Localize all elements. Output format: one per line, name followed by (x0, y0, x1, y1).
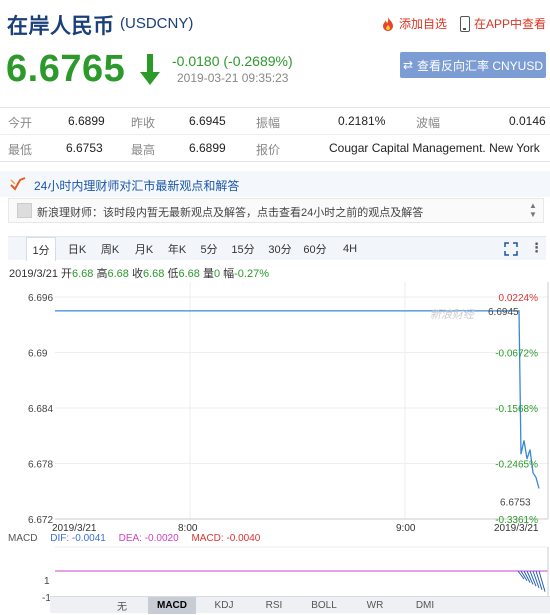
stat-label: 振幅 (256, 116, 281, 130)
price-chart[interactable]: 新浪财经 6.696 6.69 6.684 6.678 6.672 6.6945 6.675… (0, 282, 550, 615)
y-tick-label: 6.678 (28, 460, 53, 471)
high-value: 6.68 (107, 268, 129, 280)
indicator-tabs: 无 MACD KDJ RSI BOLL WR DMI (50, 596, 550, 614)
open-value: 6.68 (72, 268, 94, 280)
indicator-tab-boll[interactable]: BOLL (300, 597, 348, 614)
advisor-bar[interactable]: 24小时内理财师对汇市最新观点和解答 (0, 171, 550, 197)
tab-15min[interactable]: 15分 (228, 237, 258, 261)
x-tick-label: 9:00 (396, 523, 416, 534)
view-in-app-label: 在APP中查看 (474, 17, 547, 31)
y-tick-label: 6.684 (28, 404, 53, 415)
low-value: 6.68 (178, 268, 200, 280)
add-favorite-button[interactable]: 添加自选 (380, 15, 447, 32)
view-in-app-button[interactable]: 在APP中查看 (460, 15, 546, 32)
last-price-label: 6.6945 (488, 307, 519, 318)
stat-value: 6.6945 (189, 114, 226, 128)
info-date: 2019/3/21 (9, 268, 58, 280)
tab-monthly[interactable]: 月K (130, 237, 158, 261)
pct-tick-label: -0.2465% (495, 460, 538, 471)
stats-row: 最低 6.6753 最高 6.6899 报价 Cougar Capital Ma… (0, 135, 550, 162)
y-tick-label: 6.696 (28, 293, 53, 304)
phone-icon (460, 15, 470, 32)
swap-icon: ⇄ (402, 58, 414, 72)
advisor-message-text: 新浪理财师：该时段内暂无最新观点及解答，点击查看24小时之前的观点及解答 (37, 207, 424, 219)
down-arrow-icon (140, 54, 160, 85)
tab-weekly[interactable]: 周K (96, 237, 124, 261)
ohlc-info: 2019/3/21 开6.68 高6.68 收6.68 低6.68 量0 幅-0… (9, 265, 269, 281)
price-change: -0.0180 (-0.2689%) (172, 53, 293, 69)
stat-label: 昨收 (131, 116, 156, 130)
advisor-title: 24小时内理财师对汇市最新观点和解答 (34, 179, 240, 193)
open-label: 开 (61, 268, 72, 280)
stat-value: 0.2181% (338, 114, 386, 128)
tab-daily[interactable]: 日K (63, 237, 91, 261)
x-tick-label: 2019/3/21 (494, 523, 539, 534)
stat-label: 今开 (8, 116, 33, 130)
stats-row: 今开 6.6899 昨收 6.6945 振幅 0.2181% 波幅 0.0146 (0, 108, 550, 135)
indicator-tab-rsi[interactable]: RSI (250, 597, 298, 614)
reverse-rate-button[interactable]: ⇄ 查看反向汇率 CNYUSD (400, 52, 546, 78)
watermark: 新浪财经 (430, 308, 475, 321)
y-tick-label: 6.69 (28, 349, 48, 360)
stat-value: 6.6753 (66, 141, 103, 155)
stat-value: 6.6899 (68, 114, 105, 128)
high-label: 高 (96, 268, 108, 280)
macd-value: MACD: -0.0040 (191, 533, 261, 544)
stat-value: Cougar Capital Management. New York (329, 141, 540, 155)
chart-trend-icon (10, 177, 26, 191)
close-label: 收 (131, 268, 143, 280)
pct-tick-label: -0.1568% (495, 404, 538, 415)
tab-1min[interactable]: 1分 (26, 237, 56, 261)
tab-5min[interactable]: 5分 (195, 237, 223, 261)
reverse-rate-label: 查看反向汇率 CNYUSD (417, 58, 544, 73)
add-favorite-label: 添加自选 (399, 17, 448, 31)
scroll-arrows-icon[interactable]: ▲ ▼ (527, 201, 539, 219)
close-value: 6.68 (142, 268, 165, 280)
dea-value: DEA: -0.0020 (118, 533, 179, 544)
tab-60min[interactable]: 60分 (300, 237, 330, 261)
currency-code: (USDCNY) (120, 15, 194, 32)
avatar (17, 203, 32, 218)
stat-value: 6.6899 (189, 141, 226, 155)
tab-yearly[interactable]: 年K (163, 237, 191, 261)
stat-label: 最高 (131, 143, 156, 157)
indicator-tab-dmi[interactable]: DMI (401, 597, 449, 614)
fullscreen-icon[interactable] (504, 242, 518, 256)
indicator-tab-kdj[interactable]: KDJ (200, 597, 248, 614)
volume-label: 量 (202, 268, 214, 280)
amplitude-label: 幅 (223, 268, 235, 280)
macd-y-tick: 1 (44, 576, 50, 587)
min-price-label: 6.6753 (500, 497, 531, 508)
page-title: 在岸人民币 (7, 15, 115, 38)
indicator-tab-none[interactable]: 无 (98, 597, 146, 614)
period-tabs: 1分 日K 周K 月K 年K 5分 15分 30分 60分 4H ⋮ (8, 236, 546, 261)
amplitude-value: -0.27% (234, 268, 269, 280)
dif-value: DIF: -0.0041 (50, 533, 106, 544)
indicator-tab-wr[interactable]: WR (351, 597, 399, 614)
quote-time: 2019-03-21 09:35:23 (177, 71, 289, 85)
stat-label: 报价 (256, 143, 281, 157)
stat-label: 最低 (8, 143, 33, 157)
tab-4h[interactable]: 4H (338, 237, 362, 261)
indicator-tab-macd[interactable]: MACD (148, 597, 196, 614)
low-label: 低 (167, 268, 179, 280)
macd-label: MACD (8, 533, 38, 544)
volume-value: 0 (213, 268, 221, 280)
y-tick-label: 6.672 (28, 515, 53, 526)
pct-tick-label: -0.0672% (495, 349, 538, 360)
stat-value: 0.0146 (509, 114, 546, 128)
advisor-message[interactable]: 新浪理财师：该时段内暂无最新观点及解答，点击查看24小时之前的观点及解答 ▲ ▼ (8, 198, 544, 223)
current-price: 6.6765 (6, 48, 126, 90)
stats-table: 今开 6.6899 昨收 6.6945 振幅 0.2181% 波幅 0.0146… (0, 107, 550, 162)
tab-30min[interactable]: 30分 (265, 237, 295, 261)
macd-legend: MACD DIF: -0.0041 DEA: -0.0020 MACD: -0.… (8, 533, 270, 544)
flame-icon (383, 16, 393, 31)
stat-label: 波幅 (416, 116, 441, 130)
header: 在岸人民币 (USDCNY) 添加自选 在APP中查看 (0, 0, 550, 44)
pct-tick-label: 0.0224% (499, 293, 539, 304)
more-icon[interactable]: ⋮ (530, 240, 543, 256)
